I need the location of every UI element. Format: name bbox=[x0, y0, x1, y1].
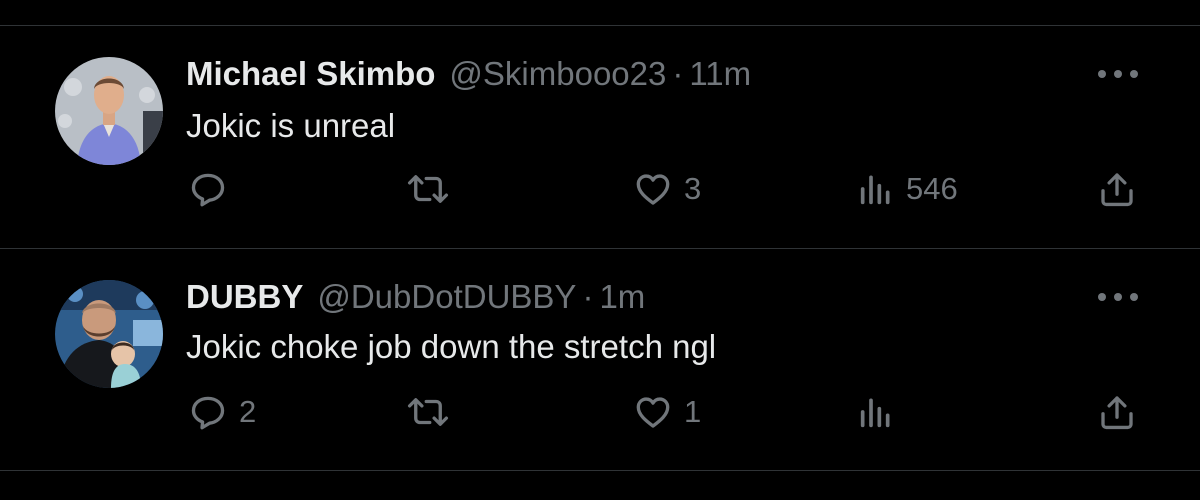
like-icon bbox=[636, 174, 670, 205]
profile-photo-man-with-child bbox=[55, 280, 163, 388]
more-options-button[interactable] bbox=[1094, 64, 1142, 84]
retweet-button[interactable] bbox=[405, 391, 461, 433]
display-name[interactable]: DUBBY bbox=[186, 277, 303, 317]
timestamp[interactable]: 11m bbox=[689, 54, 751, 94]
like-count: 1 bbox=[684, 394, 702, 429]
divider bbox=[0, 470, 1200, 471]
tweet-feed: Michael Skimbo @Skimbooo23 · 11m Jokic i… bbox=[0, 0, 1200, 500]
share-button[interactable] bbox=[1096, 391, 1138, 433]
like-icon bbox=[636, 397, 670, 428]
like-button[interactable]: 3 bbox=[632, 168, 701, 210]
views-button[interactable]: 546 bbox=[856, 168, 958, 210]
share-icon bbox=[1101, 396, 1133, 430]
avatar[interactable] bbox=[55, 57, 163, 165]
username[interactable]: @DubDotDUBBY bbox=[317, 277, 576, 317]
retweet-icon bbox=[407, 175, 449, 203]
reply-icon bbox=[191, 396, 225, 430]
tweet-text: Jokic choke job down the stretch ngl bbox=[186, 328, 717, 365]
reply-button[interactable] bbox=[187, 168, 239, 210]
more-icon bbox=[1098, 293, 1106, 301]
tweet-header: DUBBY @DubDotDUBBY · 1m bbox=[186, 277, 645, 317]
more-options-button[interactable] bbox=[1094, 287, 1142, 307]
views-icon bbox=[860, 175, 890, 205]
views-button[interactable] bbox=[856, 391, 906, 433]
separator: · bbox=[672, 55, 684, 92]
display-name[interactable]: Michael Skimbo bbox=[186, 54, 435, 94]
divider bbox=[0, 248, 1200, 249]
reply-count: 2 bbox=[239, 394, 257, 429]
username[interactable]: @Skimbooo23 bbox=[449, 54, 666, 94]
share-button[interactable] bbox=[1096, 168, 1138, 210]
retweet-button[interactable] bbox=[405, 168, 461, 210]
view-count: 546 bbox=[906, 171, 958, 206]
tweet-header: Michael Skimbo @Skimbooo23 · 11m bbox=[186, 54, 751, 94]
profile-photo-man bbox=[55, 57, 163, 165]
more-icon bbox=[1098, 70, 1106, 78]
reply-button[interactable]: 2 bbox=[187, 391, 256, 433]
share-icon bbox=[1101, 173, 1133, 207]
like-count: 3 bbox=[684, 171, 702, 206]
divider bbox=[0, 25, 1200, 26]
timestamp[interactable]: 1m bbox=[599, 277, 645, 317]
avatar[interactable] bbox=[55, 280, 163, 388]
retweet-icon bbox=[407, 398, 449, 426]
reply-icon bbox=[191, 173, 225, 207]
tweet-text: Jokic is unreal bbox=[186, 107, 396, 144]
views-icon bbox=[860, 398, 890, 428]
like-button[interactable]: 1 bbox=[632, 391, 701, 433]
separator: · bbox=[582, 278, 594, 315]
